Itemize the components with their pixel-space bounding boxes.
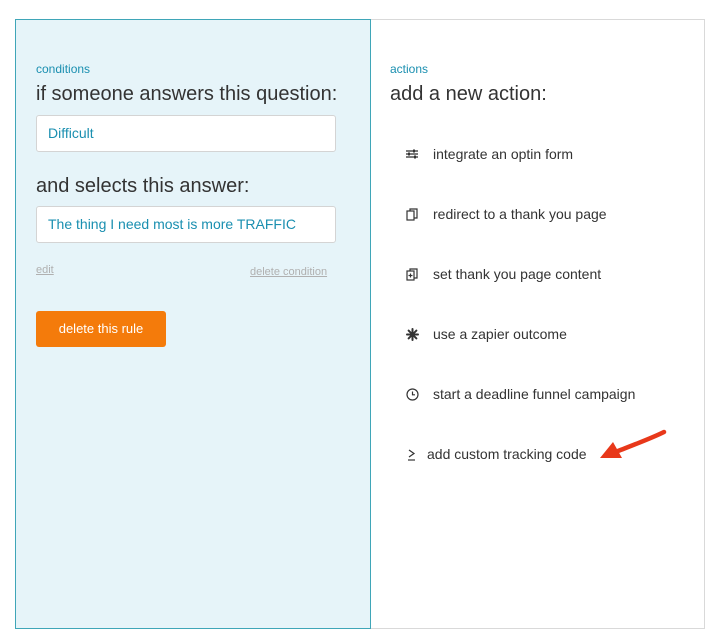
conditions-label: conditions: [36, 62, 91, 76]
action-deadline-funnel[interactable]: start a deadline funnel campaign: [405, 384, 635, 404]
action-label: add custom tracking code: [427, 446, 587, 462]
add-page-icon: [405, 267, 419, 281]
answer-heading: and selects this answer:: [36, 175, 250, 197]
asterisk-icon: [405, 327, 419, 341]
answer-field[interactable]: The thing I need most is more TRAFFIC: [36, 206, 336, 243]
copy-icon: [405, 207, 419, 221]
add-action-heading: add a new action:: [390, 83, 547, 105]
clock-icon: [405, 387, 419, 401]
action-label: start a deadline funnel campaign: [433, 386, 636, 402]
actions-label: actions: [390, 62, 429, 76]
sliders-icon: [405, 147, 419, 161]
pointer-arrow-icon: [600, 429, 667, 458]
question-field[interactable]: Difficult: [36, 115, 336, 152]
action-label: set thank you page content: [433, 266, 602, 282]
edit-link[interactable]: edit: [36, 264, 54, 276]
action-set-thank-you-content[interactable]: set thank you page content: [405, 264, 601, 284]
terminal-icon: [405, 447, 419, 461]
delete-rule-button[interactable]: delete this rule: [36, 311, 166, 347]
action-label: redirect to a thank you page: [433, 206, 607, 222]
delete-condition-link[interactable]: delete condition: [250, 266, 327, 278]
action-redirect-thank-you[interactable]: redirect to a thank you page: [405, 204, 607, 224]
action-integrate-optin-form[interactable]: integrate an optin form: [405, 144, 573, 164]
action-zapier-outcome[interactable]: use a zapier outcome: [405, 324, 567, 344]
action-label: integrate an optin form: [433, 146, 574, 162]
action-custom-tracking-code[interactable]: add custom tracking code: [405, 444, 587, 464]
action-label: use a zapier outcome: [433, 326, 567, 342]
question-heading: if someone answers this question:: [36, 83, 338, 105]
